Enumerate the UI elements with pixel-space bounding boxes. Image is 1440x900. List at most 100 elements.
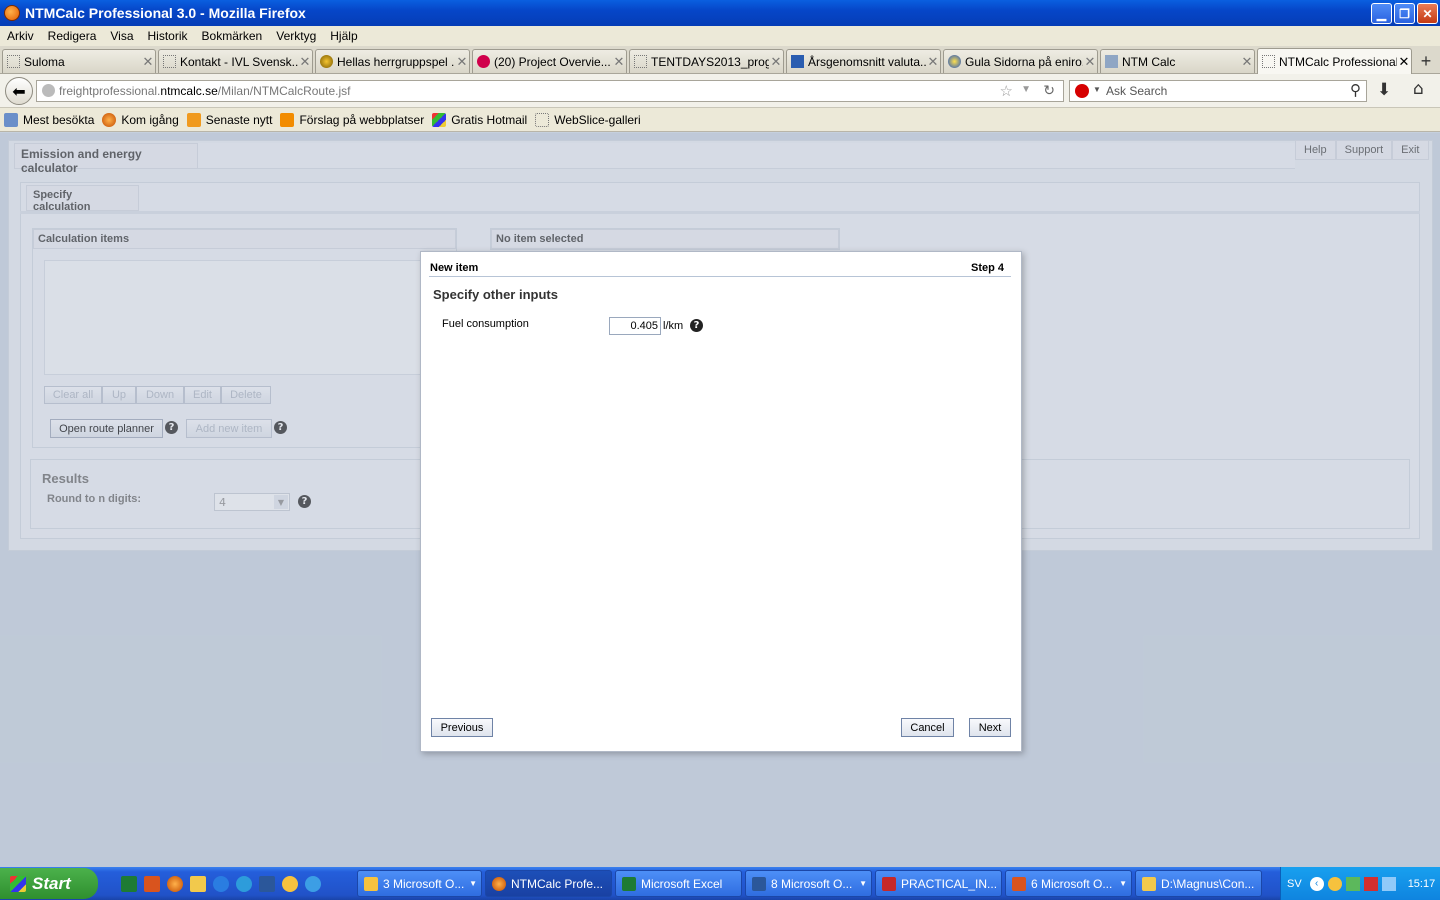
navigation-bar: ⬅ freightprofessional. ntmcalc.se/Milan/N… (0, 74, 1440, 108)
next-button[interactable]: Next (969, 718, 1011, 737)
tab-hellas[interactable]: Hellas herrgruppspel ... ✕ (315, 49, 470, 73)
folder-icon (1142, 876, 1156, 891)
search-bar[interactable]: ▼ Ask Search ⚲ (1069, 80, 1367, 102)
close-tab-icon[interactable]: ✕ (926, 54, 940, 70)
chevron-left-icon[interactable]: ‹ (1309, 876, 1324, 891)
tab-arsgenomsnitt[interactable]: Årsgenomsnitt valuta... ✕ (786, 49, 941, 73)
firefox-icon[interactable] (167, 876, 183, 892)
bank-icon (791, 55, 804, 68)
bookmark-star-icon[interactable]: ☆ (1000, 82, 1013, 100)
fuel-consumption-unit: l/km (663, 320, 684, 332)
outlook-tray-icon[interactable] (1327, 876, 1342, 891)
powerpoint-icon[interactable] (144, 876, 160, 892)
minimize-button[interactable]: ▁ (1371, 3, 1392, 24)
close-tab-icon[interactable]: ✕ (769, 54, 783, 70)
cancel-button[interactable]: Cancel (901, 718, 954, 737)
maximize-button[interactable]: ❐ (1394, 3, 1415, 24)
pdf-icon (882, 876, 896, 891)
word-icon[interactable] (259, 876, 275, 892)
media-player-icon[interactable] (213, 876, 229, 892)
folder-icon[interactable] (190, 876, 206, 892)
tab-gula-sidorna[interactable]: Gula Sidorna på eniro... ✕ (943, 49, 1098, 73)
outlook-icon[interactable] (282, 876, 298, 892)
fuel-consumption-label: Fuel consumption (442, 318, 529, 330)
excel-icon (622, 876, 636, 891)
language-indicator[interactable]: SV (1287, 878, 1302, 890)
reload-icon[interactable]: ↻ (1043, 82, 1055, 99)
menu-bokmarken[interactable]: Bokmärken (202, 29, 263, 43)
clock: 15:17 (1407, 877, 1436, 890)
task-microsoft-outlook[interactable]: 3 Microsoft O... ▼ (357, 870, 482, 897)
dialog-divider (429, 276, 1011, 277)
browser-icon[interactable] (236, 876, 252, 892)
firefox-icon (492, 876, 506, 891)
close-tab-icon[interactable]: ✕ (1083, 54, 1097, 70)
previous-button[interactable]: Previous (431, 718, 493, 737)
tab-project-overview[interactable]: (20) Project Overvie... ✕ (472, 49, 627, 73)
bookmark-kom-igang[interactable]: Kom igång (102, 112, 179, 127)
task-microsoft-word[interactable]: 8 Microsoft O... ▼ (745, 870, 872, 897)
close-tab-icon[interactable]: ✕ (298, 54, 312, 70)
close-tab-icon[interactable]: ✕ (1397, 54, 1411, 70)
bookmark-mest-besokta[interactable]: Mest besökta (4, 112, 94, 127)
menu-historik[interactable]: Historik (148, 29, 188, 43)
close-tab-icon[interactable]: ✕ (1240, 54, 1254, 70)
task-microsoft-excel[interactable]: Microsoft Excel (615, 870, 742, 897)
new-item-dialog: New item Step 4 Specify other inputs Fue… (420, 251, 1022, 752)
site-identity-icon (42, 84, 55, 97)
internet-explorer-icon[interactable] (305, 876, 321, 892)
tab-tentdays[interactable]: TENTDAYS2013_prog... ✕ (629, 49, 784, 73)
close-tab-icon[interactable]: ✕ (612, 54, 626, 70)
bookmark-forslag[interactable]: Förslag på webbplatser (280, 112, 424, 127)
arrow-left-icon: ⬅ (12, 81, 26, 101)
tab-bar: Suloma ✕ Kontakt - IVL Svensk... ✕ Hellas … (0, 46, 1440, 74)
page-icon (163, 55, 176, 68)
bookmark-gratis-hotmail[interactable]: Gratis Hotmail (432, 112, 527, 127)
search-icon[interactable]: ⚲ (1350, 81, 1361, 99)
start-button[interactable]: Start (0, 868, 98, 899)
task-microsoft-powerpoint[interactable]: 6 Microsoft O... ▼ (1005, 870, 1132, 897)
rss-icon (186, 112, 201, 127)
lightbulb-icon (280, 112, 295, 127)
powerpoint-icon (1012, 876, 1026, 891)
windows-flag-icon (432, 112, 447, 127)
download-icon[interactable]: ⬇ (1377, 80, 1391, 100)
task-ntmcalc[interactable]: NTMCalc Profe... (485, 870, 612, 897)
menu-hjalp[interactable]: Hjälp (330, 29, 357, 43)
antivirus-icon[interactable] (1363, 876, 1378, 891)
display-icon[interactable] (1381, 876, 1396, 891)
menu-bar: Arkiv Redigera Visa Historik Bokmärken V… (0, 26, 1440, 46)
help-icon[interactable]: ? (690, 319, 703, 332)
tab-ntmcalc-professional[interactable]: NTMCalc Professional... ✕ (1257, 48, 1412, 74)
bookmark-webslice[interactable]: WebSlice-galleri (535, 112, 641, 127)
history-dropdown-icon[interactable]: ▼ (1021, 84, 1031, 95)
dialog-step: Step 4 (970, 262, 1004, 274)
menu-arkiv[interactable]: Arkiv (7, 29, 34, 43)
eniro-icon (948, 55, 961, 68)
tab-ntm-calc[interactable]: NTM Calc ✕ (1100, 49, 1255, 73)
task-explorer-folder[interactable]: D:\Magnus\Con... (1135, 870, 1262, 897)
window-title-bar: NTMCalc Professional 3.0 - Mozilla Firef… (0, 0, 1440, 26)
tab-kontakt[interactable]: Kontakt - IVL Svensk... ✕ (158, 49, 313, 73)
close-tab-icon[interactable]: ✕ (141, 54, 155, 70)
outlook-icon (364, 876, 378, 891)
task-practical-pdf[interactable]: PRACTICAL_IN... (875, 870, 1002, 897)
url-bar[interactable]: freightprofessional. ntmcalc.se/Milan/NTM… (36, 80, 1064, 102)
network-icon[interactable] (1345, 876, 1360, 891)
menu-verktyg[interactable]: Verktyg (276, 29, 316, 43)
bookmarks-bar: Mest besökta Kom igång Senaste nytt Förs… (0, 108, 1440, 132)
firefox-icon (4, 5, 20, 21)
dialog-title: New item (430, 262, 479, 274)
search-engine-dropdown-icon[interactable]: ▼ (1093, 85, 1101, 94)
bookmark-senaste-nytt[interactable]: Senaste nytt (186, 112, 272, 127)
home-icon[interactable]: ⌂ (1413, 79, 1424, 99)
menu-redigera[interactable]: Redigera (48, 29, 97, 43)
fuel-consumption-input[interactable] (609, 317, 661, 335)
excel-icon[interactable] (121, 876, 137, 892)
new-tab-button[interactable]: + (1412, 49, 1440, 73)
close-window-button[interactable]: ✕ (1417, 3, 1438, 24)
close-tab-icon[interactable]: ✕ (455, 54, 469, 70)
tab-suloma[interactable]: Suloma ✕ (2, 49, 156, 73)
back-button[interactable]: ⬅ (5, 77, 33, 105)
menu-visa[interactable]: Visa (110, 29, 133, 43)
